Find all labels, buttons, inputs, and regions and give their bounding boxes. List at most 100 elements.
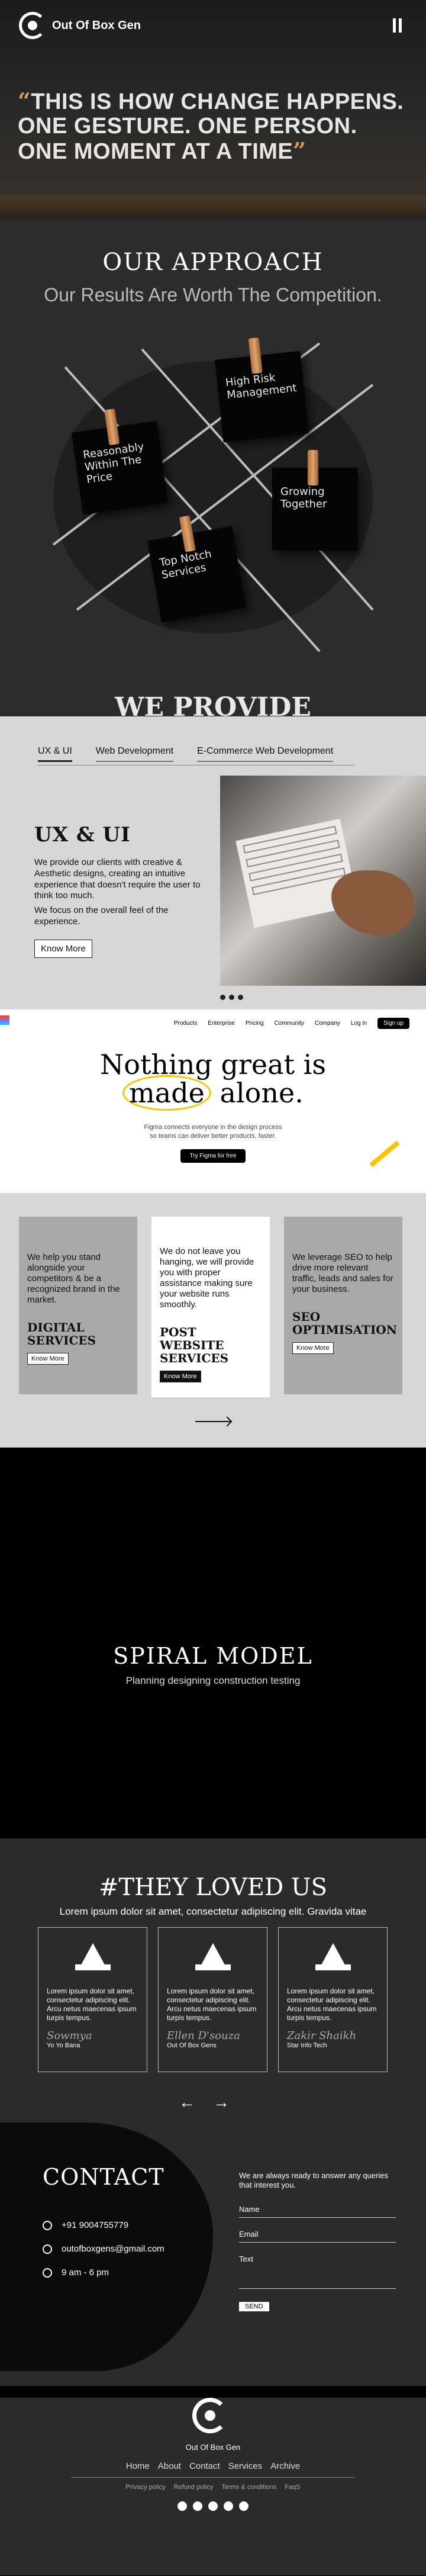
know-more-button[interactable]: Know More bbox=[27, 1353, 69, 1365]
service-card-seo: We leverage SEO to help drive more relev… bbox=[284, 1217, 402, 1394]
tic-tac-toe-board: Reasonably Within The Price High Risk Ma… bbox=[41, 332, 385, 663]
figma-logo-icon[interactable] bbox=[0, 1015, 9, 1025]
testimonial-company: Out Of Box Gens bbox=[167, 2042, 217, 2049]
footer-link-contact[interactable]: Contact bbox=[189, 2461, 220, 2471]
logo-icon bbox=[19, 12, 46, 39]
email-field[interactable]: Email bbox=[239, 2226, 396, 2243]
try-figma-button[interactable]: Try Figma for free bbox=[180, 1149, 246, 1163]
phone-icon bbox=[43, 2220, 52, 2230]
footer-links: Home About Contact Services Archive bbox=[0, 2461, 426, 2471]
note-text: Reasonably Within The Price bbox=[82, 440, 145, 486]
hours-text: 9 am - 6 pm bbox=[62, 2268, 109, 2278]
logo-icon bbox=[192, 2398, 228, 2433]
arrow-left-icon[interactable]: ← bbox=[179, 2093, 213, 2111]
arrow-right-icon[interactable]: → bbox=[213, 2093, 247, 2111]
carousel-dot[interactable] bbox=[229, 995, 234, 1000]
approach-section: OUR APPROACH Our Results Are Worth The C… bbox=[0, 219, 426, 716]
note-text: Growing Together bbox=[280, 485, 327, 510]
privacy-link[interactable]: Privacy policy bbox=[125, 2484, 165, 2491]
send-button[interactable]: SEND bbox=[239, 2302, 269, 2312]
testimonial-company: Star Info Tech bbox=[287, 2042, 327, 2049]
terms-link[interactable]: Terms & conditions bbox=[221, 2484, 276, 2491]
know-more-button[interactable]: Know More bbox=[160, 1371, 201, 1382]
signup-button[interactable]: Sign up bbox=[377, 1018, 409, 1029]
footer-logo[interactable] bbox=[192, 2398, 234, 2439]
clock-icon bbox=[43, 2268, 52, 2278]
footer-link-about[interactable]: About bbox=[158, 2461, 181, 2471]
testimonial-name: Ellen D'souza bbox=[167, 2030, 240, 2042]
provide-heading: UX & UI bbox=[34, 823, 131, 847]
figma-headline: Nothing great is made alone. bbox=[0, 1050, 426, 1111]
note-risk: High Risk Management bbox=[215, 337, 309, 443]
testimonials-subtitle: Lorem ipsum dolor sit amet, consectetur … bbox=[59, 1906, 367, 1917]
brand-name: Out Of Box Gen bbox=[52, 18, 141, 32]
contact-phone[interactable]: +91 9004755779 bbox=[43, 2220, 128, 2230]
design-sketch-photo bbox=[220, 776, 426, 986]
service-tabs: UX & UI Web Development E-Commerce Web D… bbox=[0, 716, 426, 762]
clothespin-icon bbox=[308, 450, 318, 485]
headline-end: alone. bbox=[220, 1077, 304, 1109]
tab-web-development[interactable]: Web Development bbox=[95, 746, 174, 762]
know-more-button[interactable]: Know More bbox=[34, 939, 92, 958]
carousel-dot[interactable] bbox=[238, 995, 243, 1000]
service-card-post-website: We do not leave you hanging, we will pro… bbox=[151, 1217, 270, 1397]
note-text: High Risk Management bbox=[225, 371, 298, 402]
note-price: Reasonably Within The Price bbox=[71, 409, 169, 515]
site-header: Out Of Box Gen bbox=[19, 12, 402, 39]
testimonial-name: Sowmya bbox=[47, 2030, 92, 2042]
spiral-section: SPIRAL MODEL Planning designing construc… bbox=[0, 1448, 426, 1838]
close-quote-icon: ” bbox=[293, 137, 306, 165]
name-field[interactable]: Name bbox=[239, 2201, 396, 2218]
nav-pricing[interactable]: Pricing bbox=[246, 1020, 264, 1027]
nav-community[interactable]: Community bbox=[274, 1020, 304, 1027]
tab-ux-ui[interactable]: UX & UI bbox=[38, 746, 72, 762]
footer-link-archive[interactable]: Archive bbox=[270, 2461, 300, 2471]
footer-link-services[interactable]: Services bbox=[228, 2461, 263, 2471]
mail-icon[interactable] bbox=[208, 2501, 218, 2511]
we-provide-heading: WE PROVIDE bbox=[115, 692, 311, 716]
figma-subtext-line: Figma connects everyone in the design pr… bbox=[144, 1123, 282, 1131]
nav-products[interactable]: Products bbox=[174, 1020, 197, 1027]
contact-email[interactable]: outofboxgens@gmail.com bbox=[43, 2244, 164, 2254]
testimonial-card: Lorem ipsum dolor sit amet, consectetur … bbox=[38, 1927, 147, 2072]
testimonials-title: #THEY LOVED US bbox=[98, 1874, 328, 1901]
testimonial-card: Lorem ipsum dolor sit amet, consectetur … bbox=[158, 1927, 267, 2072]
contact-section: CONTACT +91 9004755779 outofboxgens@gmai… bbox=[0, 2122, 426, 2386]
figma-embed: Products Enterprise Pricing Community Co… bbox=[0, 1009, 426, 1193]
figma-nav: Products Enterprise Pricing Community Co… bbox=[0, 1009, 426, 1029]
testimonials-section: #THEY LOVED US Lorem ipsum dolor sit ame… bbox=[0, 1838, 426, 2122]
at-icon bbox=[43, 2244, 52, 2254]
arrow-right-icon[interactable] bbox=[195, 1421, 231, 1422]
contact-hours: 9 am - 6 pm bbox=[43, 2268, 109, 2278]
carousel-dots bbox=[220, 995, 243, 1000]
refund-link[interactable]: Refund policy bbox=[174, 2484, 214, 2491]
footer-divider bbox=[71, 2477, 355, 2478]
text-field[interactable]: Text bbox=[239, 2251, 396, 2289]
footer-legal: Privacy policy Refund policy Terms & con… bbox=[0, 2484, 426, 2491]
tab-ecommerce[interactable]: E-Commerce Web Development bbox=[197, 746, 334, 762]
site-footer: Out Of Box Gen Home About Contact Servic… bbox=[0, 2398, 426, 2575]
form-intro: We are always ready to answer any querie… bbox=[239, 2171, 388, 2189]
testimonial-text: Lorem ipsum dolor sit amet, consectetur … bbox=[287, 1987, 377, 2022]
approach-subtitle: Our Results Are Worth The Competition. bbox=[44, 284, 382, 305]
testimonial-card: Lorem ipsum dolor sit amet, consectetur … bbox=[278, 1927, 388, 2072]
nav-enterprise[interactable]: Enterprise bbox=[208, 1020, 235, 1027]
pinterest-icon[interactable] bbox=[224, 2501, 233, 2511]
footer-link-home[interactable]: Home bbox=[126, 2461, 150, 2471]
know-more-button[interactable]: Know More bbox=[292, 1342, 334, 1354]
tab-divider bbox=[38, 765, 355, 766]
brand-logo[interactable]: Out Of Box Gen bbox=[19, 12, 141, 39]
testimonial-company: Yo Yo Bana bbox=[47, 2042, 80, 2049]
nav-login[interactable]: Log in bbox=[351, 1020, 367, 1027]
provide-content: UX & UI We provide our clients with crea… bbox=[34, 823, 212, 958]
app-store-icon bbox=[195, 1941, 231, 1976]
menu-icon[interactable] bbox=[393, 18, 402, 33]
nav-company[interactable]: Company bbox=[315, 1020, 340, 1027]
carousel-dot[interactable] bbox=[220, 995, 225, 1000]
whatsapp-icon[interactable] bbox=[193, 2501, 202, 2511]
service-description: We do not leave you hanging, we will pro… bbox=[160, 1246, 254, 1310]
facebook-icon[interactable] bbox=[239, 2501, 248, 2511]
faq-link[interactable]: FaqS bbox=[285, 2484, 300, 2491]
app-store-icon bbox=[75, 1941, 111, 1976]
instagram-icon[interactable] bbox=[178, 2501, 187, 2511]
